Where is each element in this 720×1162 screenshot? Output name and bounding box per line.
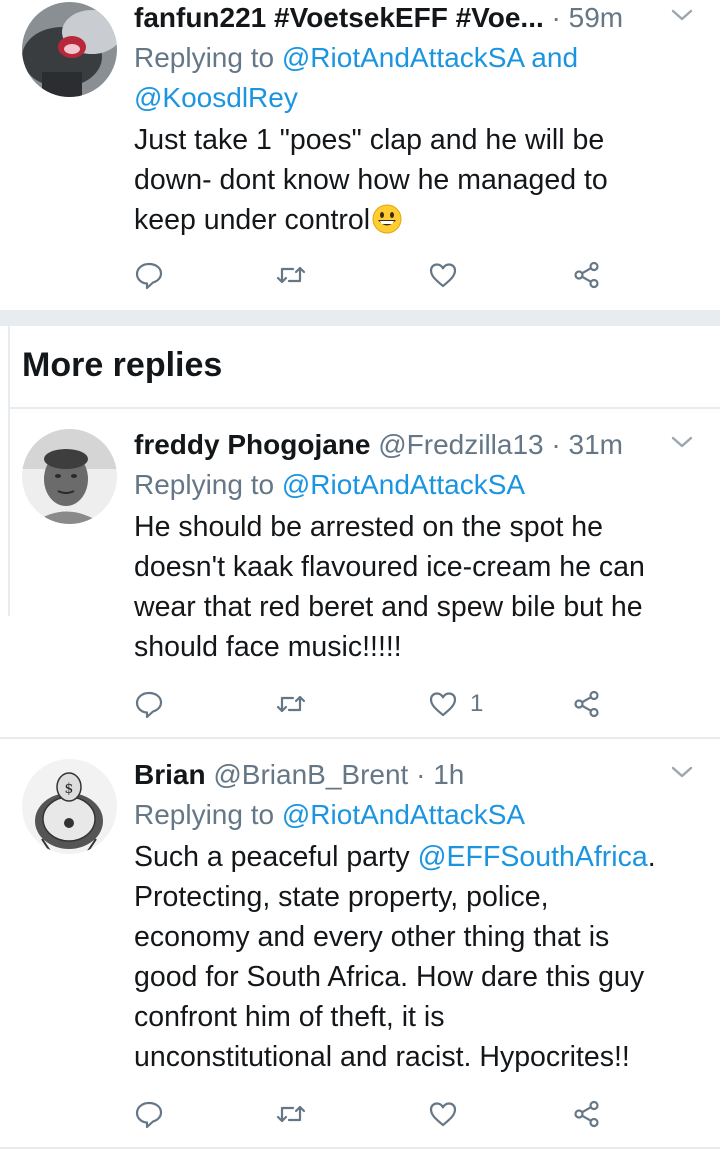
chevron-down-icon[interactable] — [668, 427, 696, 457]
user-handle[interactable]: @Fredzilla13 — [370, 429, 543, 460]
mention-link[interactable]: @RiotAndAttackSA and — [282, 42, 578, 73]
like-button[interactable]: 1 — [428, 687, 483, 721]
share-icon — [574, 261, 599, 289]
like-icon — [429, 692, 457, 717]
replying-to-label: Replying to — [134, 42, 282, 73]
retweet-button[interactable] — [276, 1097, 306, 1131]
avatar[interactable] — [22, 429, 117, 524]
chevron-down-icon[interactable] — [668, 0, 696, 30]
tweet[interactable]: $ Brian @BrianB_Brent · 1h Replying to @… — [0, 739, 720, 1149]
tweet-text: He should be arrested on the spot he doe… — [134, 511, 645, 663]
tweet-header: freddy Phogojane @Fredzilla13 · 31m — [134, 427, 706, 463]
share-button[interactable] — [572, 687, 602, 721]
timestamp: · 59m — [543, 2, 624, 33]
timestamp: · 31m — [543, 429, 623, 460]
replying-to-label: Replying to — [134, 799, 282, 830]
reply-icon — [135, 691, 163, 719]
tweet[interactable]: fanfun221 #VoetsekEFF #Voe... · 59m Repl… — [0, 0, 720, 310]
avatar[interactable] — [22, 2, 117, 97]
reply-button[interactable] — [134, 1097, 164, 1131]
replying-to: Replying to @RiotAndAttackSA and — [134, 38, 706, 78]
replying-to: Replying to @RiotAndAttackSA — [134, 465, 706, 505]
retweet-button[interactable] — [276, 687, 306, 721]
reply-button[interactable] — [134, 687, 164, 721]
mention-link[interactable]: @EFFSouthAfrica — [418, 841, 648, 873]
tweet-actions: 1 — [134, 687, 614, 721]
more-replies-heading: More replies — [22, 346, 223, 384]
like-icon — [429, 1102, 457, 1127]
svg-text:$: $ — [65, 781, 74, 797]
user-handle[interactable]: @BrianB_Brent — [206, 759, 408, 790]
tweet[interactable]: freddy Phogojane @Fredzilla13 · 31m Repl… — [10, 409, 720, 739]
avatar[interactable]: $ — [22, 759, 117, 854]
section-separator — [0, 310, 720, 326]
reply-button[interactable] — [134, 258, 164, 292]
like-button[interactable] — [428, 258, 458, 292]
chevron-down-icon[interactable] — [668, 757, 696, 787]
replying-to-2: @KoosdlRey — [134, 78, 706, 118]
display-name[interactable]: freddy Phogojane — [134, 429, 370, 460]
mention-link[interactable]: @RiotAndAttackSA — [282, 799, 525, 830]
retweet-button[interactable] — [276, 258, 306, 292]
retweet-icon — [276, 695, 306, 713]
retweet-icon — [276, 1105, 306, 1123]
reply-icon — [135, 1101, 163, 1129]
replying-to: Replying to @RiotAndAttackSA — [134, 795, 706, 835]
like-button[interactable] — [428, 1097, 458, 1131]
tweet-text: Just take 1 "poes" clap and he will be d… — [134, 120, 706, 240]
replying-to-label: Replying to — [134, 469, 282, 500]
share-button[interactable] — [572, 1097, 602, 1131]
tweet-header: fanfun221 #VoetsekEFF #Voe... · 59m — [134, 0, 706, 36]
tweet-text: Such a peaceful party @EFFSouthAfrica. P… — [134, 837, 706, 1077]
divider — [0, 1147, 720, 1149]
grinning-face-emoji — [372, 204, 402, 234]
share-button[interactable] — [572, 258, 602, 292]
thread-line — [0, 326, 10, 616]
share-icon — [574, 690, 599, 718]
tweet-actions — [134, 1097, 614, 1131]
like-count: 1 — [470, 690, 484, 717]
tweet-text-content: . Protecting, state property, police, ec… — [134, 841, 656, 1073]
display-name[interactable]: fanfun221 #VoetsekEFF #Voe... — [134, 2, 544, 33]
mention-link[interactable]: @KoosdlRey — [134, 82, 298, 113]
tweet-actions — [134, 258, 614, 292]
share-icon — [574, 1100, 599, 1128]
retweet-icon — [276, 266, 306, 284]
like-icon — [429, 263, 457, 288]
mention-link[interactable]: @RiotAndAttackSA — [282, 469, 525, 500]
reply-icon — [135, 262, 163, 290]
tweet-header: Brian @BrianB_Brent · 1h — [134, 757, 706, 793]
timestamp: · 1h — [408, 759, 465, 790]
display-name[interactable]: Brian — [134, 759, 206, 790]
tweet-text-content: Such a peaceful party — [134, 841, 418, 873]
